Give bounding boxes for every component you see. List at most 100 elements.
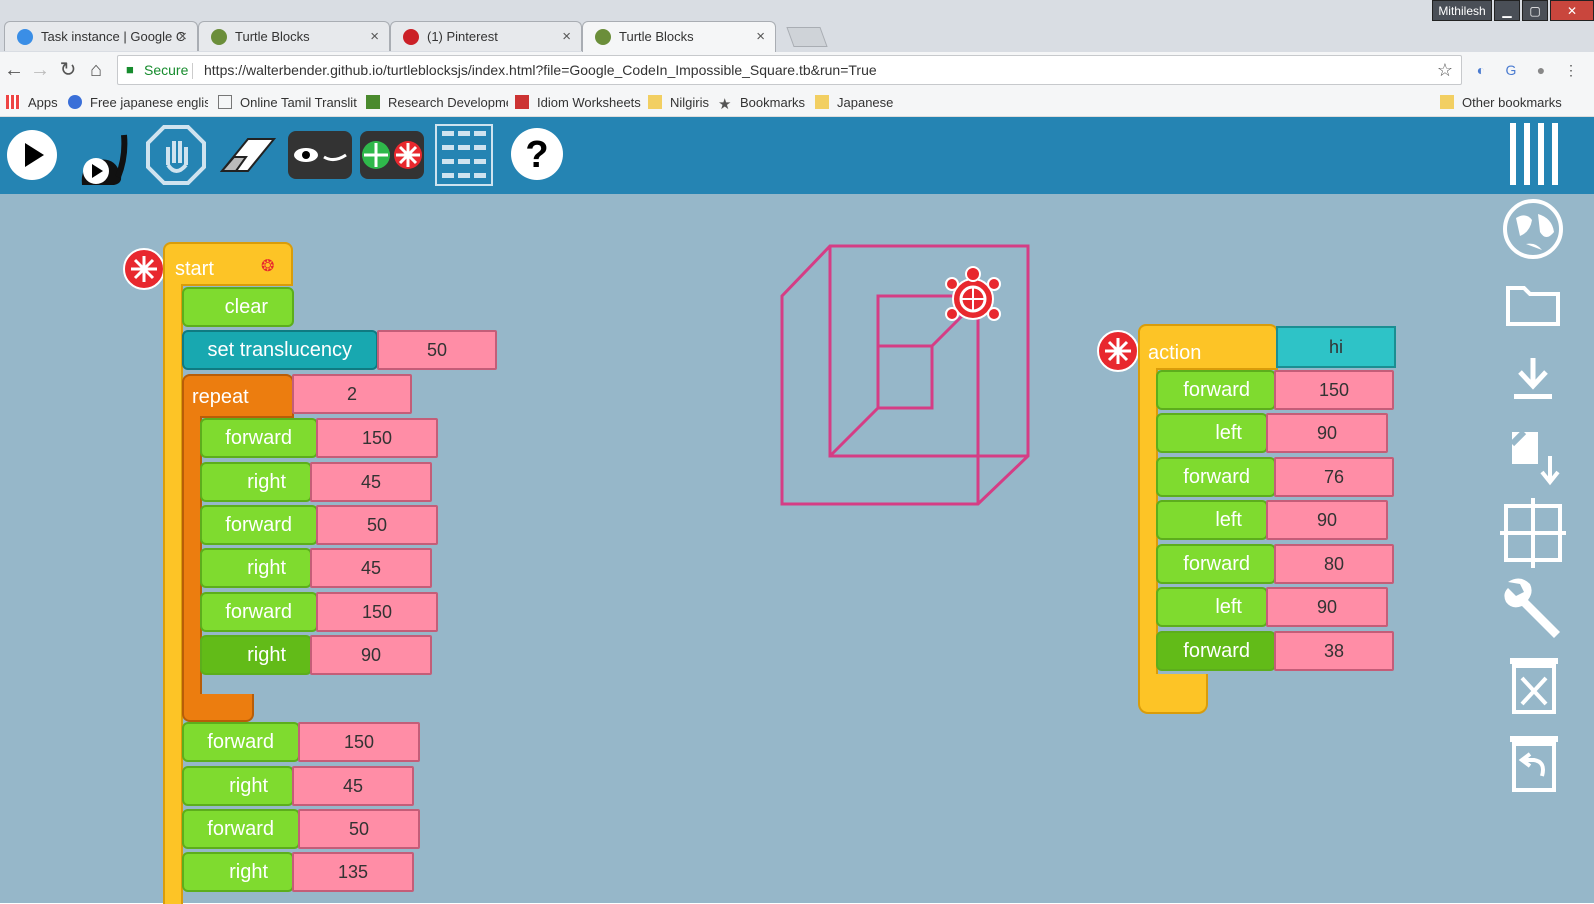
tab-turtle-blocks-active[interactable]: Turtle Blocks × bbox=[582, 21, 776, 52]
forward-block[interactable]: forward bbox=[200, 592, 318, 632]
clear-block[interactable]: clear bbox=[182, 287, 294, 327]
menu-dots-icon[interactable]: ⋮ bbox=[1560, 59, 1582, 81]
tab-pinterest[interactable]: (1) Pinterest × bbox=[390, 21, 582, 51]
right-block[interactable]: right bbox=[182, 852, 294, 892]
right-value[interactable]: 45 bbox=[292, 766, 414, 806]
left-block[interactable]: left bbox=[1156, 587, 1268, 627]
open-folder-icon[interactable] bbox=[1504, 280, 1562, 330]
stop-icon[interactable] bbox=[146, 125, 206, 185]
globe-icon[interactable] bbox=[1502, 198, 1564, 260]
forward-value[interactable]: 150 bbox=[298, 722, 420, 762]
tab-label: Turtle Blocks bbox=[235, 29, 310, 44]
forward-value[interactable]: 50 bbox=[316, 505, 438, 545]
action-block[interactable]: action bbox=[1138, 324, 1278, 370]
close-window-button[interactable]: ✕ bbox=[1550, 0, 1594, 21]
extension-icon[interactable]: ● bbox=[1530, 59, 1552, 81]
forward-block[interactable]: forward bbox=[1156, 631, 1276, 671]
eraser-icon[interactable] bbox=[218, 131, 278, 181]
bookmark-folder[interactable]: Japanese bbox=[815, 95, 893, 110]
minimize-button[interactable]: ▁ bbox=[1494, 0, 1520, 21]
bookmark-item[interactable]: Online Tamil Translit bbox=[218, 95, 360, 110]
right-value[interactable]: 45 bbox=[310, 548, 432, 588]
forward-value[interactable]: 50 bbox=[298, 809, 420, 849]
forward-value[interactable]: 76 bbox=[1274, 457, 1394, 497]
right-block[interactable]: right bbox=[200, 462, 312, 502]
start-block[interactable]: start ❂ bbox=[163, 242, 293, 286]
new-tab-button[interactable] bbox=[786, 27, 828, 47]
reload-icon[interactable]: ↻ bbox=[56, 58, 80, 82]
restore-icon[interactable] bbox=[1506, 732, 1562, 792]
tab-close-icon[interactable]: × bbox=[562, 28, 571, 45]
forward-value[interactable]: 150 bbox=[316, 418, 438, 458]
grid-icon[interactable] bbox=[1500, 498, 1566, 568]
save-download-icon[interactable] bbox=[1510, 354, 1556, 404]
forward-value[interactable]: 38 bbox=[1274, 631, 1394, 671]
turtle-canvas[interactable]: start ❂ clear set translucency 50 repeat… bbox=[0, 194, 1594, 904]
forward-block[interactable]: forward bbox=[200, 418, 318, 458]
extension-icon[interactable]: ◐ bbox=[1470, 59, 1492, 81]
settings-wrench-icon[interactable] bbox=[1500, 574, 1566, 640]
tab-close-icon[interactable]: × bbox=[756, 28, 765, 45]
right-block[interactable]: right bbox=[182, 766, 294, 806]
back-arrow-icon[interactable]: ← bbox=[2, 58, 26, 82]
bookmark-folder-other[interactable]: Other bookmarks bbox=[1440, 95, 1562, 110]
save-file-icon[interactable] bbox=[1508, 430, 1560, 488]
collapse-start-icon[interactable] bbox=[123, 248, 165, 290]
trash-icon[interactable] bbox=[1506, 654, 1562, 714]
bookmark-item[interactable]: Free japanese englis bbox=[68, 95, 208, 110]
palette-grid-icon[interactable] bbox=[434, 123, 494, 187]
left-value[interactable]: 90 bbox=[1266, 500, 1388, 540]
window-controls: Mithilesh ▁ ▢ ✕ bbox=[1430, 0, 1594, 22]
tab-close-icon[interactable]: × bbox=[178, 28, 187, 45]
menu-bars-icon[interactable] bbox=[1506, 119, 1560, 189]
tab-close-icon[interactable]: × bbox=[370, 28, 379, 45]
left-value[interactable]: 90 bbox=[1266, 413, 1388, 453]
home-icon[interactable]: ⌂ bbox=[84, 58, 108, 82]
forward-block[interactable]: forward bbox=[182, 809, 300, 849]
collapse-expand-icon[interactable] bbox=[358, 127, 426, 183]
translucency-value[interactable]: 50 bbox=[377, 330, 497, 370]
forward-block[interactable]: forward bbox=[200, 505, 318, 545]
play-icon[interactable] bbox=[6, 129, 58, 181]
forward-value[interactable]: 80 bbox=[1274, 544, 1394, 584]
forward-value[interactable]: 150 bbox=[316, 592, 438, 632]
translate-icon[interactable]: G bbox=[1500, 59, 1522, 81]
tab-task-instance[interactable]: Task instance | Google C × bbox=[4, 21, 198, 51]
forward-block[interactable]: forward bbox=[1156, 457, 1276, 497]
forward-block[interactable]: forward bbox=[1156, 544, 1276, 584]
repeat-block[interactable]: repeat bbox=[182, 374, 294, 418]
forward-value[interactable]: 150 bbox=[1274, 370, 1394, 410]
lock-icon: ■ bbox=[126, 62, 134, 77]
repeat-count[interactable]: 2 bbox=[292, 374, 412, 414]
tab-turtle-blocks-1[interactable]: Turtle Blocks × bbox=[198, 21, 390, 51]
forward-arrow-icon[interactable]: → bbox=[28, 58, 52, 82]
hide-blocks-icon[interactable] bbox=[286, 127, 354, 183]
bookmark-item[interactable]: ★ Bookmarks bbox=[718, 95, 805, 112]
bookmark-apps[interactable]: Apps bbox=[6, 95, 58, 110]
help-icon[interactable]: ? bbox=[510, 127, 564, 181]
bookmark-item[interactable]: Idiom Worksheets bbox=[515, 95, 641, 110]
profile-name[interactable]: Mithilesh bbox=[1432, 0, 1492, 21]
maximize-button[interactable]: ▢ bbox=[1522, 0, 1548, 21]
turtle-icon[interactable] bbox=[940, 266, 1006, 332]
left-block[interactable]: left bbox=[1156, 413, 1268, 453]
right-value[interactable]: 90 bbox=[310, 635, 432, 675]
forward-block[interactable]: forward bbox=[182, 722, 300, 762]
gear-icon bbox=[17, 29, 33, 45]
url-text[interactable]: https://walterbender.github.io/turtleblo… bbox=[192, 56, 877, 84]
slow-run-icon[interactable] bbox=[74, 127, 136, 189]
bookmark-item[interactable]: Research Developme bbox=[366, 95, 508, 110]
collapse-action-icon[interactable] bbox=[1097, 330, 1139, 372]
right-value[interactable]: 45 bbox=[310, 462, 432, 502]
bookmark-folder[interactable]: Nilgiris bbox=[648, 95, 709, 110]
right-block[interactable]: right bbox=[200, 548, 312, 588]
right-block[interactable]: right bbox=[200, 635, 312, 675]
left-block[interactable]: left bbox=[1156, 500, 1268, 540]
bookmark-star-icon[interactable]: ☆ bbox=[1437, 56, 1453, 84]
forward-block[interactable]: forward bbox=[1156, 370, 1276, 410]
set-translucency-block[interactable]: set translucency bbox=[182, 330, 378, 370]
action-name[interactable]: hi bbox=[1276, 326, 1396, 368]
left-value[interactable]: 90 bbox=[1266, 587, 1388, 627]
right-value[interactable]: 135 bbox=[292, 852, 414, 892]
address-input[interactable]: ■ Secure https://walterbender.github.io/… bbox=[117, 55, 1462, 85]
